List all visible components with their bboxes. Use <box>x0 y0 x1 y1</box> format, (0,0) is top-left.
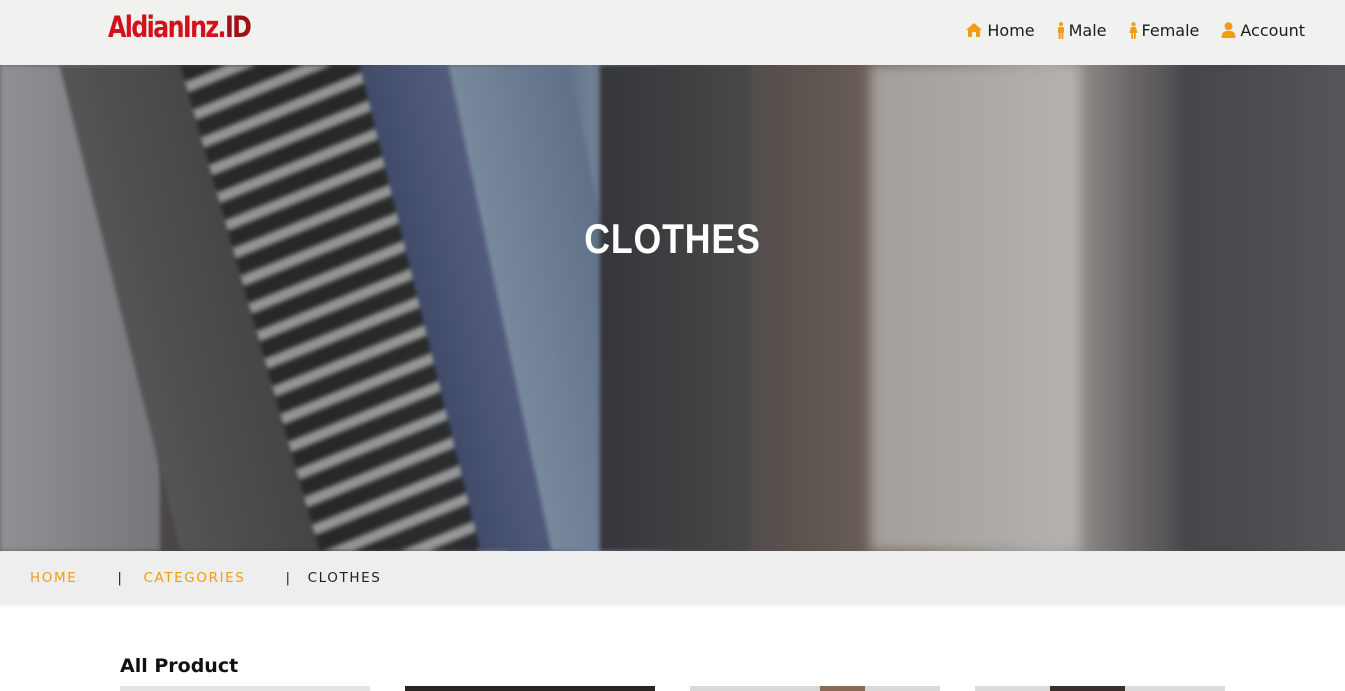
user-icon <box>1221 22 1236 38</box>
breadcrumb-home[interactable]: HOME <box>30 570 77 586</box>
nav-female[interactable]: Female <box>1125 18 1204 42</box>
breadcrumb-separator: | <box>117 569 124 586</box>
hero-overlay <box>0 65 1345 551</box>
nav-home-label: Home <box>987 20 1035 40</box>
nav-male[interactable]: Male <box>1053 18 1111 42</box>
breadcrumb-categories[interactable]: CATEGORIES <box>144 570 246 586</box>
product-card[interactable] <box>120 686 370 691</box>
brand-suffix: ID <box>224 10 252 44</box>
nav-male-label: Male <box>1068 20 1107 40</box>
hero-banner: CLOTHES <box>0 65 1345 551</box>
female-icon <box>1129 21 1138 39</box>
product-card[interactable] <box>690 686 940 691</box>
product-card[interactable] <box>975 686 1225 691</box>
breadcrumb-current: CLOTHES <box>307 569 382 586</box>
brand-logo[interactable]: AldianInz.ID <box>108 8 252 46</box>
breadcrumb-separator: | <box>285 569 292 586</box>
nav-account[interactable]: Account <box>1217 18 1309 42</box>
hero-title: CLOTHES <box>584 215 761 262</box>
navbar: AldianInz.ID Home Male Female Account <box>0 0 1345 65</box>
home-icon <box>965 22 983 38</box>
main-nav: Home Male Female Account <box>961 18 1309 42</box>
product-card[interactable] <box>405 686 655 691</box>
male-icon <box>1057 21 1065 39</box>
nav-home[interactable]: Home <box>961 18 1038 42</box>
breadcrumb: HOME | CATEGORIES | CLOTHES <box>0 551 1345 604</box>
section-title: All Product <box>120 655 239 677</box>
nav-female-label: Female <box>1141 20 1200 40</box>
nav-account-label: Account <box>1240 20 1305 40</box>
brand-name: AldianInz. <box>108 10 227 44</box>
